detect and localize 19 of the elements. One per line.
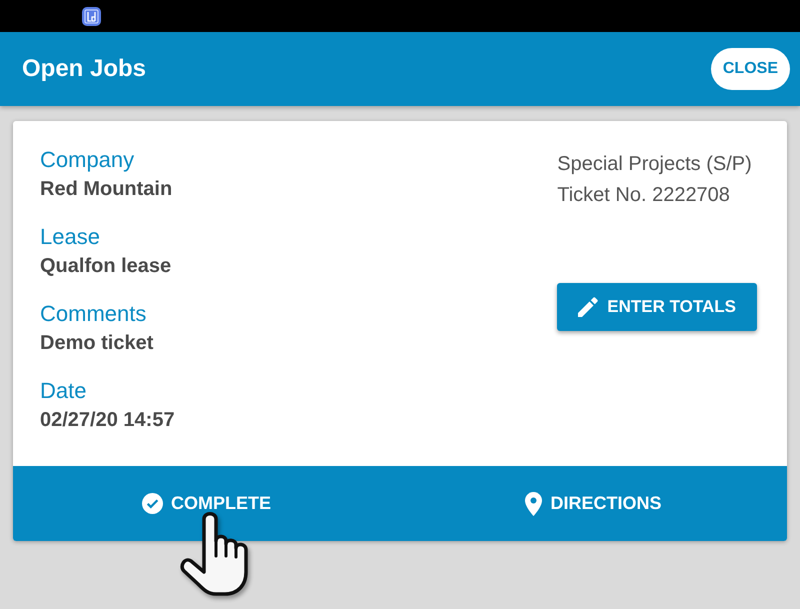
map-pin-icon <box>525 492 542 516</box>
field-value: 02/27/20 14:57 <box>40 408 175 433</box>
pencil-icon <box>578 297 598 317</box>
complete-button[interactable]: COMPLETE <box>138 487 275 520</box>
ticket-number-text: Ticket No. 2222708 <box>557 183 730 208</box>
field-label: Lease <box>40 223 100 251</box>
directions-button[interactable]: DIRECTIONS <box>521 486 666 522</box>
enter-totals-button[interactable]: ENTER TOTALS <box>557 283 757 331</box>
field-label: Comments <box>40 300 146 328</box>
app-notification-icon <box>82 6 101 26</box>
field-value: Qualfon lease <box>40 254 172 279</box>
screen-title: Open Jobs <box>22 55 146 83</box>
field-label: Date <box>40 377 86 405</box>
field-label: Company <box>40 146 134 174</box>
job-category-text: Special Projects (S/P) <box>557 152 752 177</box>
field-value: Demo ticket <box>40 331 154 356</box>
field-value: Red Mountain <box>40 177 172 202</box>
check-circle-icon <box>142 493 163 514</box>
close-button[interactable]: CLOSE <box>710 48 790 90</box>
